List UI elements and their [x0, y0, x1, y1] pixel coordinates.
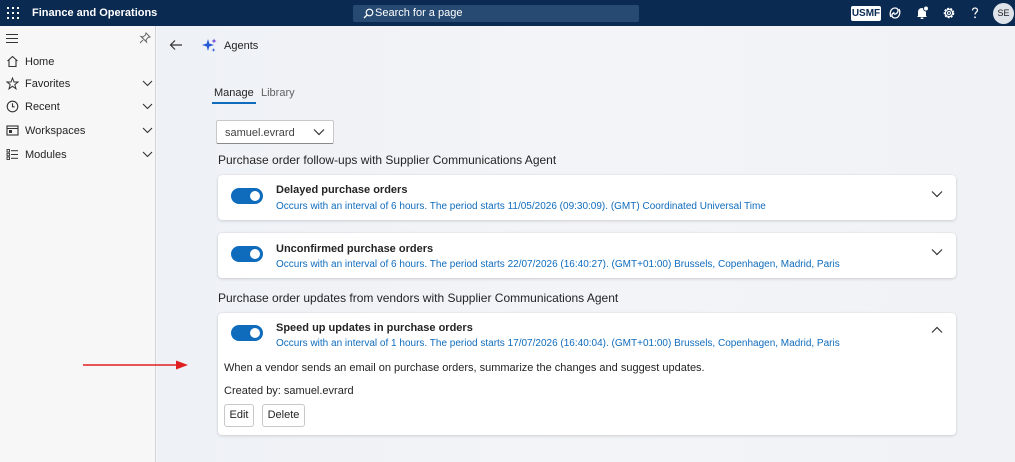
- page-title: Agents: [224, 40, 259, 52]
- home-icon: [7, 55, 18, 68]
- chevron-up-icon[interactable]: [931, 326, 943, 334]
- chevron-down-icon: [313, 129, 325, 136]
- chevron-down-icon[interactable]: [142, 79, 153, 87]
- agents-sparkle-icon: [202, 38, 217, 52]
- star-icon: [6, 77, 19, 90]
- sidebar-item-label: Home: [25, 56, 55, 68]
- list-icon: [6, 149, 18, 160]
- user-filter-dropdown[interactable]: samuel.evrard: [216, 120, 334, 144]
- card-title: Delayed purchase orders: [276, 184, 408, 196]
- sidebar-item-favorites[interactable]: Favorites: [0, 73, 156, 95]
- enable-toggle[interactable]: [231, 246, 263, 262]
- app-title[interactable]: Finance and Operations: [32, 7, 157, 19]
- card-schedule: Occurs with an interval of 6 hours. The …: [276, 201, 766, 212]
- sidebar-item-modules[interactable]: Modules: [0, 144, 156, 166]
- sidebar-item-home[interactable]: Home: [0, 51, 156, 73]
- gear-icon[interactable]: [941, 5, 957, 21]
- created-by: Created by: samuel.evrard: [224, 385, 354, 397]
- chevron-down-icon[interactable]: [931, 190, 943, 198]
- agent-task-card-expanded: Speed up updates in purchase orders Occu…: [218, 313, 956, 435]
- search-placeholder: Search for a page: [375, 7, 463, 19]
- chevron-down-icon[interactable]: [142, 102, 153, 110]
- navigation-pane: Home Favorites Recent Workspaces Modules: [0, 26, 156, 462]
- section-heading: Purchase order follow-ups with Supplier …: [218, 153, 557, 167]
- search-icon: [363, 8, 374, 19]
- chevron-down-icon[interactable]: [142, 150, 153, 158]
- hamburger-menu-icon[interactable]: [6, 34, 18, 44]
- card-schedule: Occurs with an interval of 1 hours. The …: [276, 338, 840, 349]
- chevron-down-icon[interactable]: [931, 248, 943, 256]
- delete-button[interactable]: Delete: [262, 404, 305, 427]
- sidebar-item-label: Recent: [25, 101, 60, 113]
- app-launcher-icon[interactable]: [7, 7, 19, 19]
- company-picker[interactable]: USMF: [851, 6, 881, 21]
- annotation-arrow-icon: [83, 360, 188, 370]
- dropdown-value: samuel.evrard: [225, 127, 295, 139]
- user-avatar[interactable]: SE: [993, 3, 1014, 24]
- copilot-icon[interactable]: [887, 5, 903, 21]
- sidebar-item-label: Modules: [25, 149, 67, 161]
- chevron-down-icon[interactable]: [142, 126, 153, 134]
- sidebar-item-label: Favorites: [25, 78, 71, 90]
- card-description: When a vendor sends an email on purchase…: [224, 362, 705, 374]
- help-icon[interactable]: [967, 5, 983, 21]
- enable-toggle[interactable]: [231, 325, 263, 341]
- agent-task-card: Delayed purchase orders Occurs with an i…: [218, 175, 956, 220]
- workspaces-icon: [6, 125, 19, 136]
- tab-manage[interactable]: Manage: [212, 87, 256, 104]
- clock-icon: [6, 100, 19, 113]
- pin-icon[interactable]: [139, 32, 151, 44]
- main-content: Agents Manage Library samuel.evrard Purc…: [157, 26, 1015, 462]
- top-navigation-bar: Finance and Operations Search for a page…: [0, 0, 1015, 26]
- card-schedule: Occurs with an interval of 6 hours. The …: [276, 259, 840, 270]
- sidebar-item-workspaces[interactable]: Workspaces: [0, 120, 156, 142]
- tab-library[interactable]: Library: [261, 87, 295, 99]
- edit-button[interactable]: Edit: [224, 404, 254, 427]
- enable-toggle[interactable]: [231, 188, 263, 204]
- notifications-icon[interactable]: [914, 5, 930, 21]
- sidebar-item-label: Workspaces: [25, 125, 86, 137]
- sidebar-item-recent[interactable]: Recent: [0, 96, 156, 118]
- card-title: Speed up updates in purchase orders: [276, 322, 473, 334]
- card-title: Unconfirmed purchase orders: [276, 243, 434, 255]
- agent-task-card: Unconfirmed purchase orders Occurs with …: [218, 233, 956, 278]
- search-box[interactable]: Search for a page: [353, 5, 639, 22]
- back-arrow-icon[interactable]: [169, 38, 183, 52]
- section-heading: Purchase order updates from vendors with…: [218, 291, 619, 305]
